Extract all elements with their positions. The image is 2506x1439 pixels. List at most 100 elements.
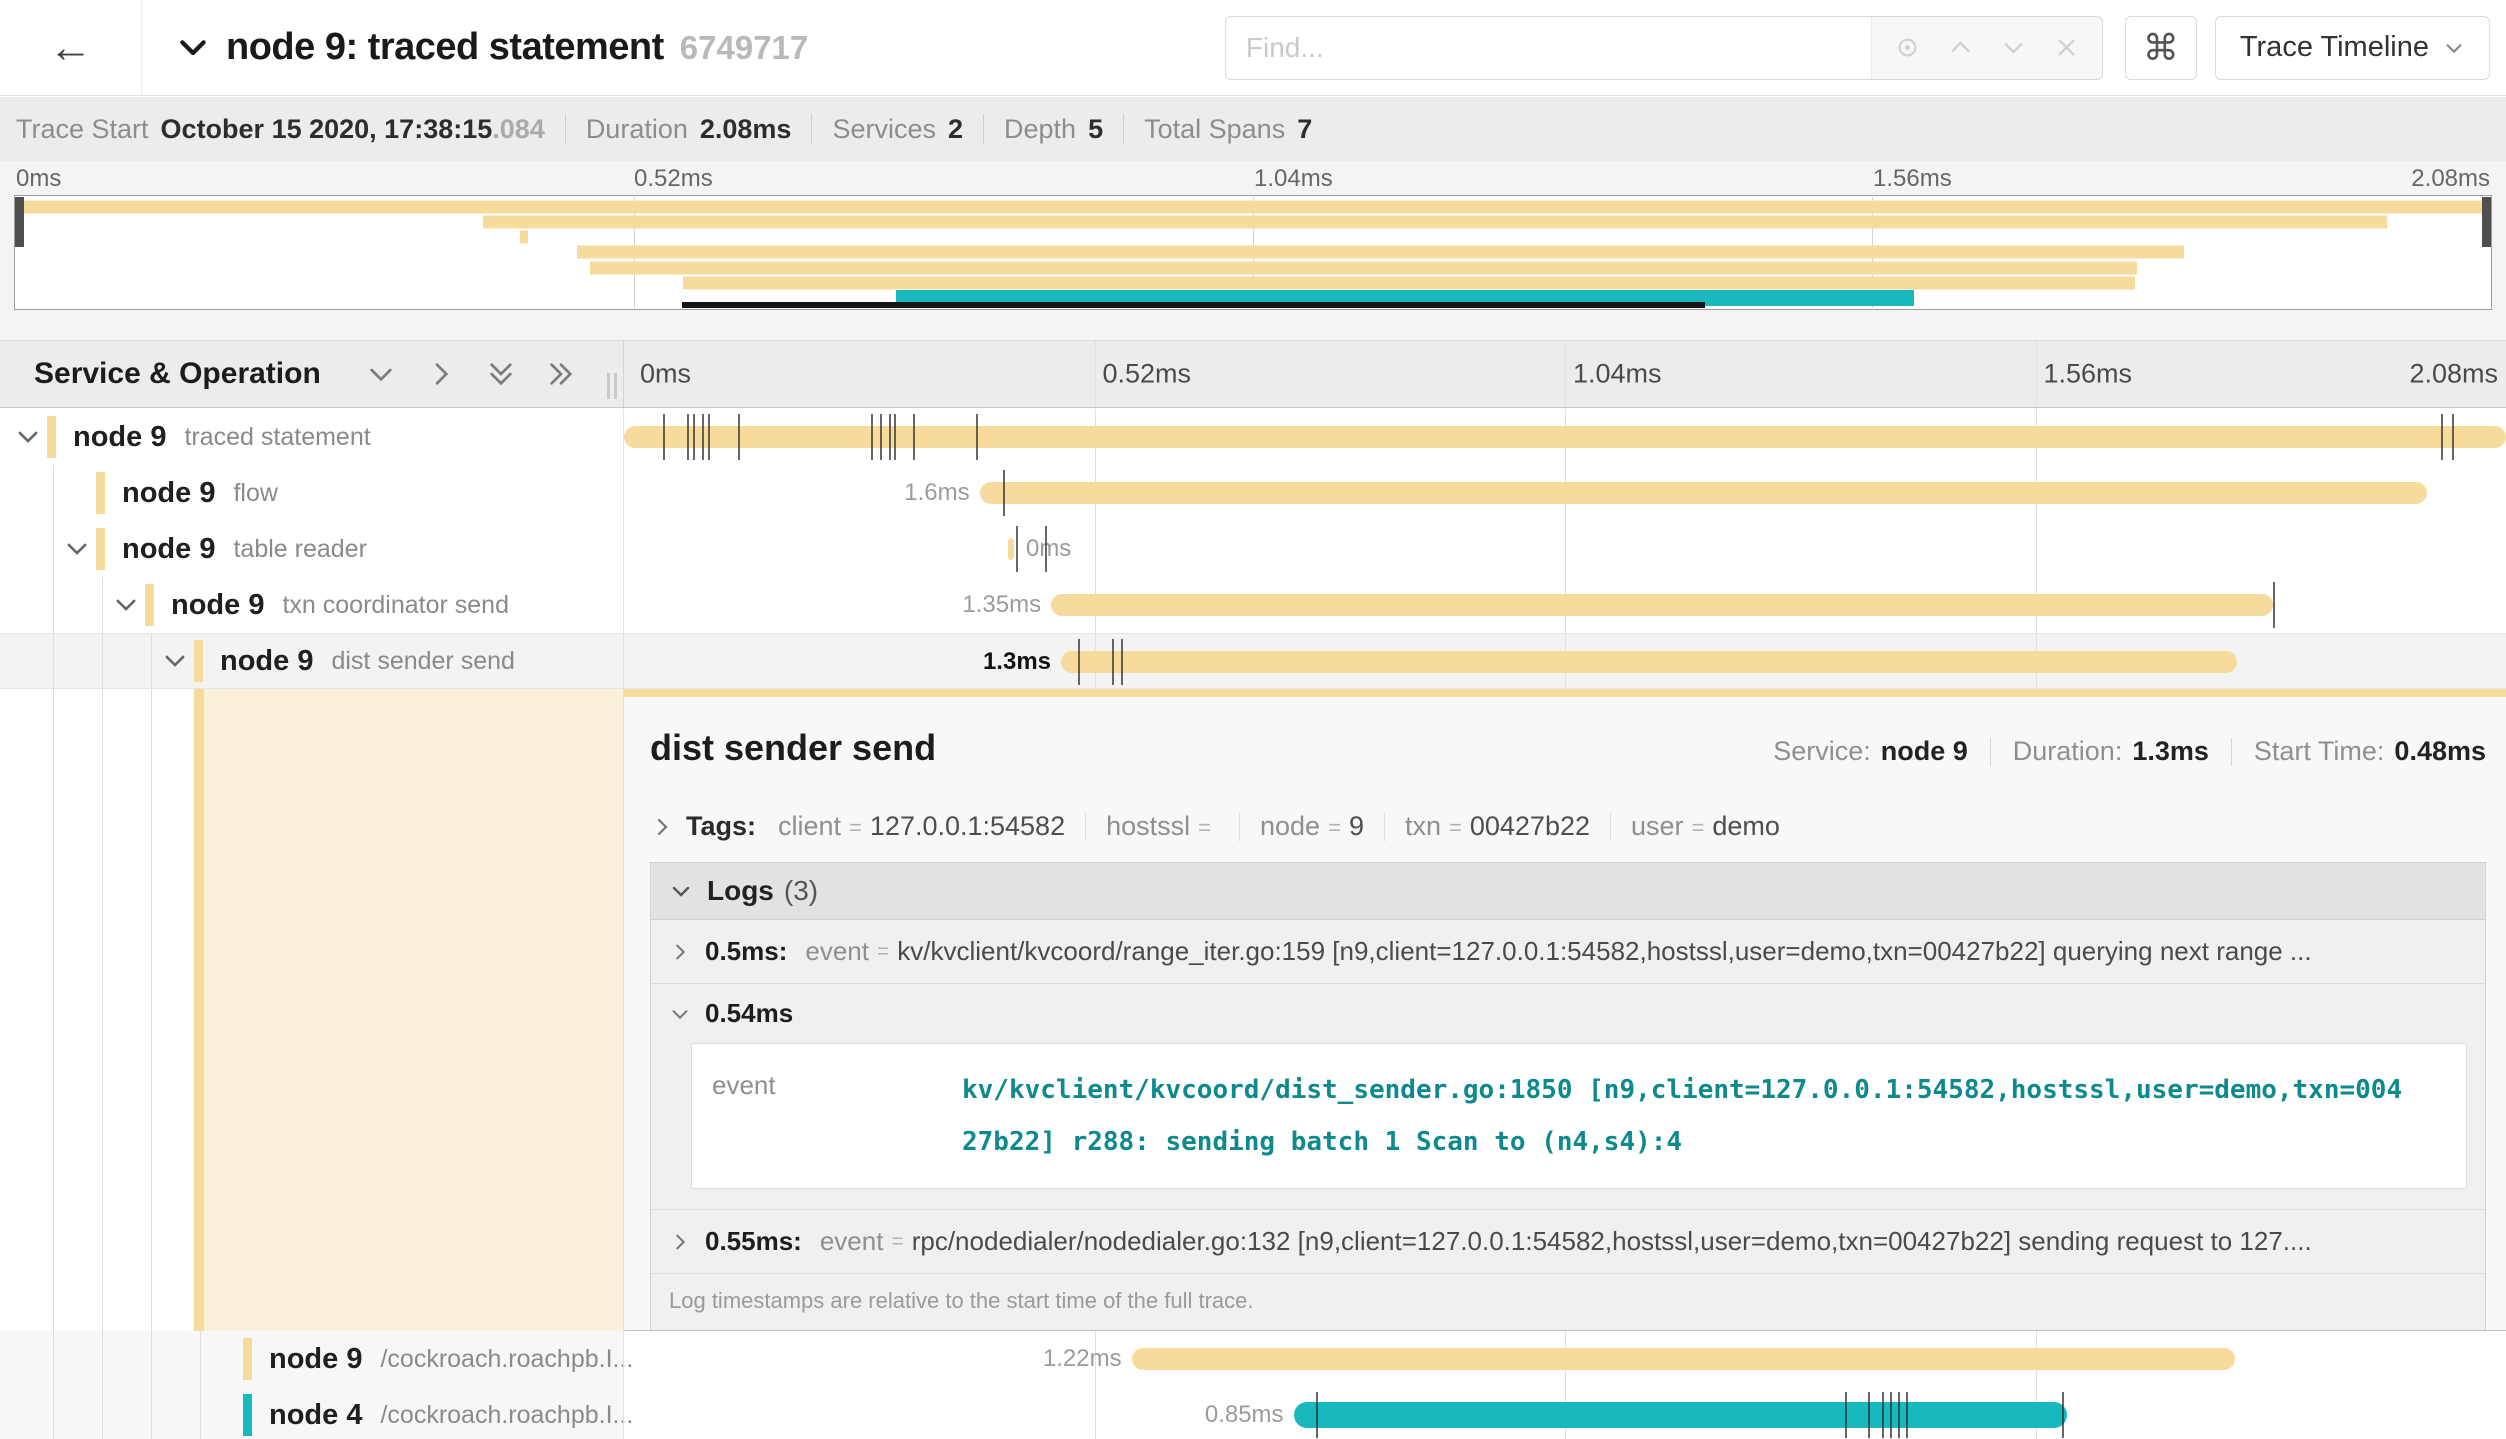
- span-service-name: node 9: [122, 533, 215, 566]
- span-bar[interactable]: [1294, 1402, 2068, 1428]
- span-timeline-cell: 1.6ms: [623, 465, 2506, 521]
- selected-span-accent-strip: [624, 689, 2506, 697]
- column-resizer-grip[interactable]: [607, 373, 617, 399]
- clear-search-icon[interactable]: [2053, 34, 2080, 61]
- log-marker: [663, 414, 665, 460]
- chevron-down-icon: [2443, 37, 2465, 59]
- chevron-right-icon: [669, 1231, 691, 1253]
- view-selector-dropdown[interactable]: Trace Timeline: [2215, 16, 2490, 80]
- log-entry-1[interactable]: 0.5ms: event = kv/kvclient/kvcoord/range…: [651, 920, 2485, 984]
- span-operation-name: /cockroach.roachpb.I...: [380, 1401, 633, 1430]
- back-button[interactable]: ←: [0, 0, 142, 95]
- ruler-tick-2: 1.04ms: [1573, 359, 1662, 390]
- log-entry-3[interactable]: 0.55ms: event = rpc/nodedialer/nodediale…: [651, 1210, 2485, 1274]
- minimap-span-bar: [15, 200, 2491, 213]
- minimap-tick-1: 0.52ms: [634, 165, 713, 193]
- find-input[interactable]: [1226, 17, 1871, 79]
- ruler-tick-0: 0ms: [640, 359, 691, 390]
- span-collapse-chevron-icon[interactable]: [14, 423, 42, 451]
- logs-count: (3): [784, 875, 818, 907]
- expand-all-icon[interactable]: [485, 358, 517, 390]
- log-entry-2-header[interactable]: 0.54ms: [669, 998, 2467, 1029]
- span-bar[interactable]: [624, 426, 2506, 448]
- collapse-one-level-icon[interactable]: [425, 358, 457, 390]
- minimap-span-bar: [483, 215, 2388, 228]
- expand-one-level-icon[interactable]: [365, 358, 397, 390]
- tag-value: demo: [1712, 811, 1780, 842]
- keyboard-shortcuts-button[interactable]: ⌘: [2125, 16, 2197, 80]
- match-focus-icon[interactable]: [1894, 34, 1921, 61]
- span-name-cell[interactable]: node 9dist sender send: [0, 634, 623, 688]
- logs-section: Logs (3) 0.5ms: event = kv/kvclient/kvco…: [650, 862, 2486, 1330]
- span-color-bar: [243, 1394, 252, 1436]
- next-match-icon[interactable]: [2000, 34, 2027, 61]
- span-name-cell[interactable]: node 9/cockroach.roachpb.I...: [0, 1331, 623, 1387]
- collapse-all-icon[interactable]: [545, 358, 577, 390]
- service-operation-header: Service & Operation: [0, 341, 623, 407]
- span-service-name: node 9: [122, 477, 215, 510]
- detail-start-time-value: 0.48ms: [2394, 736, 2486, 767]
- detail-service-label: Service:: [1773, 736, 1871, 767]
- log-key-value-table: event kv/kvclient/kvcoord/dist_sender.go…: [691, 1043, 2467, 1189]
- logs-header[interactable]: Logs (3): [651, 863, 2485, 920]
- span-timeline-cell: 1.22ms: [623, 1331, 2506, 1387]
- span-operation-name: /cockroach.roachpb.I...: [380, 1345, 633, 1374]
- span-name-cell[interactable]: node 9flow: [0, 465, 623, 521]
- detail-start-time-label: Start Time:: [2254, 736, 2385, 767]
- tag-key: txn: [1405, 811, 1441, 842]
- tag-value: 00427b22: [1470, 811, 1590, 842]
- service-operation-title: Service & Operation: [34, 357, 321, 391]
- span-bar[interactable]: [1061, 651, 2237, 673]
- minimap-span-bar: [590, 261, 2138, 274]
- span-service-name: node 9: [171, 589, 264, 622]
- span-collapse-chevron-icon[interactable]: [161, 647, 189, 675]
- log-timestamp: 0.55ms:: [705, 1226, 802, 1257]
- log-marker: [702, 414, 704, 460]
- detail-row-indent-column: [0, 689, 623, 1331]
- span-service-name: node 9: [220, 645, 313, 678]
- log-timestamp: 0.5ms:: [705, 936, 787, 967]
- span-color-bar: [96, 472, 105, 514]
- span-color-bar: [243, 1338, 252, 1380]
- log-marker: [2273, 582, 2275, 628]
- minimap-canvas[interactable]: [14, 195, 2492, 310]
- detail-duration-label: Duration:: [2013, 736, 2123, 767]
- span-bar[interactable]: [1008, 538, 1014, 560]
- minimap-left-handle[interactable]: [15, 197, 24, 247]
- trace-collapse-chevron-icon[interactable]: [176, 31, 210, 65]
- log-marker: [1316, 1392, 1318, 1438]
- detail-service-value: node 9: [1881, 736, 1968, 767]
- span-name-cell[interactable]: node 9traced statement: [0, 409, 623, 465]
- span-row: node 9flow1.6ms: [0, 465, 2506, 521]
- span-duration-label: 0.85ms: [1205, 1387, 1284, 1439]
- timeline-ruler: 0ms 0.52ms 1.04ms 1.56ms 2.08ms: [623, 341, 2506, 407]
- span-timeline-cell: 0ms: [623, 521, 2506, 577]
- log-marker: [1906, 1392, 1908, 1438]
- minimap-scrubber[interactable]: [682, 302, 1706, 308]
- tags-row[interactable]: Tags: client=127.0.0.1:54582hostssl=node…: [650, 811, 2486, 842]
- span-collapse-chevron-icon[interactable]: [112, 591, 140, 619]
- detail-span-title: dist sender send: [650, 727, 936, 769]
- span-bar[interactable]: [1051, 594, 2272, 616]
- log-value: kv/kvclient/kvcoord/range_iter.go:159 [n…: [897, 936, 2311, 967]
- span-name-cell[interactable]: node 9txn coordinator send: [0, 577, 623, 633]
- span-bar[interactable]: [980, 482, 2428, 504]
- span-name-cell[interactable]: node 4/cockroach.roachpb.I...: [0, 1387, 623, 1439]
- tag-value: 127.0.0.1:54582: [870, 811, 1065, 842]
- trace-title-group: node 9: traced statement 6749717: [176, 26, 808, 69]
- span-detail-container: dist sender send Service: node 9 Duratio…: [623, 689, 2506, 1331]
- span-row: node 9traced statement: [0, 409, 2506, 465]
- span-color-bar: [145, 584, 154, 626]
- log-marker: [2452, 414, 2454, 460]
- chevron-right-icon: [650, 815, 674, 839]
- span-collapse-chevron-icon[interactable]: [63, 535, 91, 563]
- span-bar[interactable]: [1132, 1348, 2236, 1370]
- minimap-tick-3: 1.56ms: [1873, 165, 1952, 193]
- span-detail-row: dist sender send Service: node 9 Duratio…: [0, 689, 2506, 1331]
- selected-span-highlight-column: [194, 689, 623, 1331]
- span-name-cell[interactable]: node 9table reader: [0, 521, 623, 577]
- minimap-right-handle[interactable]: [2482, 197, 2491, 247]
- prev-match-icon[interactable]: [1947, 34, 1974, 61]
- log-marker: [1890, 1392, 1892, 1438]
- minimap-rows: [15, 197, 2491, 308]
